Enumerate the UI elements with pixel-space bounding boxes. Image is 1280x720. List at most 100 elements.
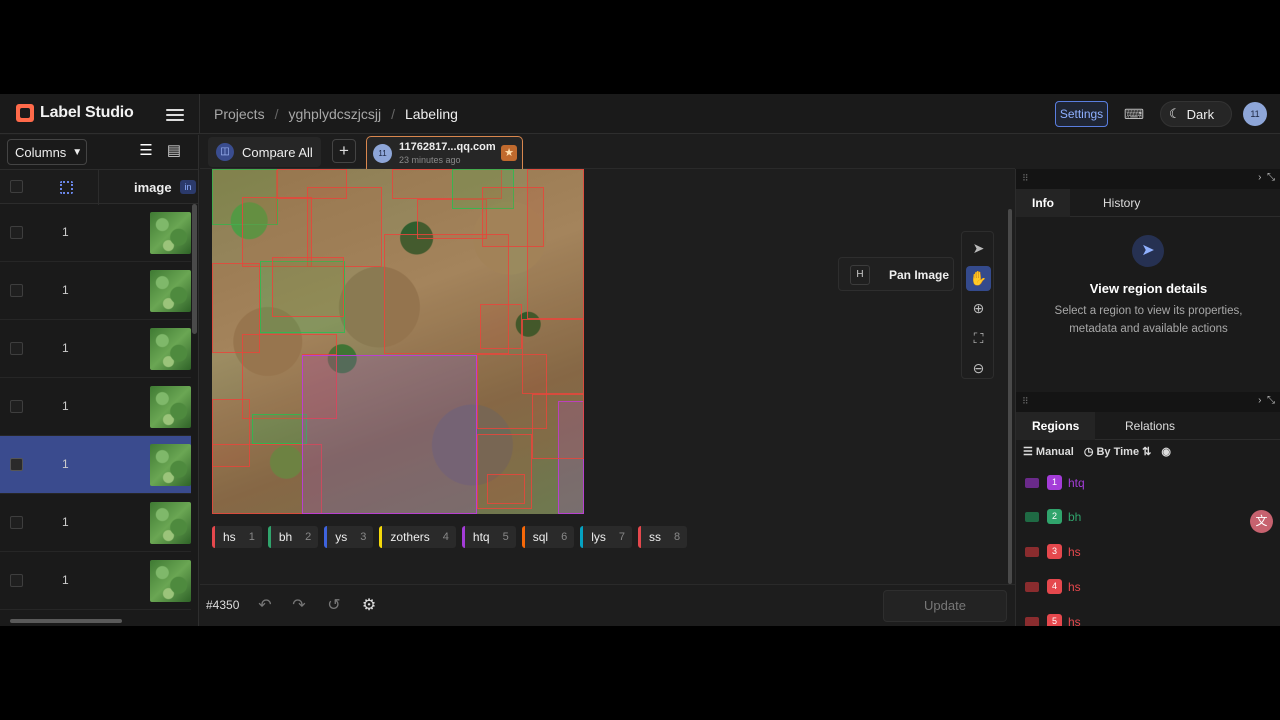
- update-button[interactable]: Update: [883, 590, 1007, 622]
- table-row[interactable]: 1: [0, 262, 191, 320]
- star-icon[interactable]: ★: [501, 145, 517, 161]
- tab-relations[interactable]: Relations: [1109, 412, 1191, 440]
- region-index: 1: [1047, 475, 1062, 490]
- reset-icon[interactable]: ↺: [322, 594, 346, 618]
- table-header: image in: [0, 169, 198, 205]
- label-bh[interactable]: bh 2: [267, 526, 319, 548]
- row-value: 1: [62, 225, 69, 239]
- panel-controls[interactable]: › ⤡: [1258, 172, 1275, 183]
- image-thumbnail: [150, 502, 191, 544]
- sort-by-button[interactable]: ◷ By Time ⇅: [1084, 445, 1152, 458]
- settings-button[interactable]: Settings: [1055, 101, 1108, 127]
- zoom-to-fit-icon[interactable]: ⛶: [966, 326, 991, 351]
- select-all-checkbox[interactable]: [10, 180, 23, 193]
- region-item[interactable]: 5 hs: [1025, 612, 1275, 626]
- horizontal-scrollbar[interactable]: [10, 619, 122, 623]
- region-color-swatch: [1025, 512, 1039, 522]
- undo-icon[interactable]: ↶: [253, 594, 277, 618]
- view-toggle: ☰ ▤: [134, 139, 191, 165]
- row-checkbox[interactable]: [10, 458, 23, 471]
- drag-handle-icon[interactable]: ⠿: [1022, 396, 1029, 407]
- zoom-in-icon[interactable]: ⊕: [966, 296, 991, 321]
- table-row[interactable]: 1: [0, 552, 191, 610]
- annotation-footer: #4350 ↶ ↷ ↺ ⚙ Update: [200, 584, 1015, 626]
- translate-icon[interactable]: 文: [1250, 510, 1273, 533]
- tab-regions[interactable]: Regions: [1016, 412, 1096, 440]
- select-cursor-icon[interactable]: ➤: [966, 236, 991, 261]
- data-manager-panel: Columns ▼ ☰ ▤ image in 1 1 1 1 1 1 1: [0, 135, 199, 626]
- zoom-out-icon[interactable]: ⊖: [966, 356, 991, 381]
- vertical-scrollbar[interactable]: [192, 204, 197, 334]
- label-ss[interactable]: ss 8: [637, 526, 688, 548]
- annotation-tab[interactable]: 11 11762817...qq.com 23 minutes ago ★: [366, 136, 523, 169]
- app-logo[interactable]: Label Studio: [16, 104, 134, 122]
- region-item[interactable]: 3 hs: [1025, 542, 1275, 562]
- bounding-box[interactable]: [302, 355, 477, 514]
- canvas-scrollbar[interactable]: [1008, 209, 1012, 584]
- list-view-icon[interactable]: ☰: [134, 139, 158, 163]
- row-value: 1: [62, 399, 69, 413]
- breadcrumb-projects[interactable]: Projects: [214, 106, 265, 122]
- label-hs[interactable]: hs 1: [212, 526, 262, 548]
- breadcrumb-project[interactable]: yghplydcszjcsjj: [288, 106, 381, 122]
- eye-icon[interactable]: ◉: [1161, 445, 1171, 458]
- label-lys[interactable]: lys 7: [580, 526, 632, 548]
- label-name: ys: [335, 530, 348, 544]
- add-annotation-button[interactable]: +: [332, 139, 356, 163]
- label-htq[interactable]: htq 5: [461, 526, 516, 548]
- region-label: bh: [1068, 510, 1082, 524]
- user-avatar[interactable]: 11: [1243, 102, 1267, 126]
- row-checkbox[interactable]: [10, 574, 23, 587]
- redo-icon[interactable]: ↷: [287, 594, 311, 618]
- column-header-image[interactable]: image: [134, 180, 172, 195]
- row-checkbox[interactable]: [10, 226, 23, 239]
- label-sql[interactable]: sql 6: [521, 526, 575, 548]
- row-value: 1: [62, 283, 69, 297]
- table-row[interactable]: 1: [0, 320, 191, 378]
- drag-handle-icon[interactable]: ⠿: [1022, 173, 1029, 184]
- hamburger-menu-icon[interactable]: [166, 106, 184, 122]
- tab-history[interactable]: History: [1087, 189, 1156, 217]
- pan-hand-icon[interactable]: ✋: [966, 266, 991, 291]
- bounding-box[interactable]: [277, 169, 347, 199]
- chevron-down-icon: ▼: [72, 146, 83, 158]
- row-checkbox[interactable]: [10, 400, 23, 413]
- bounding-box[interactable]: [480, 304, 522, 349]
- label-ys[interactable]: ys 3: [324, 526, 374, 548]
- label-hotkey: 2: [305, 531, 312, 543]
- row-checkbox[interactable]: [10, 284, 23, 297]
- bounding-box[interactable]: [532, 394, 584, 459]
- table-row[interactable]: 1: [0, 378, 191, 436]
- table-row-selected[interactable]: 1: [0, 436, 191, 494]
- label-zothers[interactable]: zothers 4: [379, 526, 456, 548]
- tooltip-text: Pan Image: [889, 268, 950, 282]
- region-index: 5: [1047, 614, 1062, 626]
- region-index: 2: [1047, 509, 1062, 524]
- tab-info[interactable]: Info: [1016, 189, 1070, 217]
- row-checkbox[interactable]: [10, 342, 23, 355]
- table-row[interactable]: 1: [0, 494, 191, 552]
- region-label: hs: [1068, 545, 1081, 559]
- aerial-image[interactable]: [212, 169, 584, 514]
- settings-sliders-icon[interactable]: ⚙: [357, 594, 381, 618]
- bounding-box[interactable]: [487, 474, 525, 504]
- columns-button[interactable]: Columns ▼: [7, 139, 87, 165]
- table-row[interactable]: 1: [0, 204, 191, 262]
- info-panel-header: ⠿ › ⤡: [1016, 169, 1280, 189]
- row-value: 1: [62, 573, 69, 587]
- sort-mode-button[interactable]: ☰ Manual: [1023, 445, 1074, 458]
- bounding-box[interactable]: [252, 414, 307, 444]
- region-item[interactable]: 2 bh: [1025, 507, 1275, 527]
- bounding-box[interactable]: [527, 169, 584, 319]
- panel-controls[interactable]: › ⤡: [1258, 395, 1275, 406]
- keyboard-shortcuts-icon[interactable]: ⌨: [1121, 101, 1147, 127]
- bounding-box[interactable]: [307, 187, 382, 267]
- bounding-box[interactable]: [272, 257, 344, 317]
- row-checkbox[interactable]: [10, 516, 23, 529]
- compare-all-button[interactable]: ◫ Compare All: [208, 137, 321, 167]
- region-item[interactable]: 4 hs: [1025, 577, 1275, 597]
- theme-toggle[interactable]: ☾ Dark: [1160, 101, 1232, 127]
- column-divider: [98, 170, 99, 205]
- grid-view-icon[interactable]: ▤: [162, 139, 186, 163]
- region-item[interactable]: 1 htq: [1025, 473, 1275, 493]
